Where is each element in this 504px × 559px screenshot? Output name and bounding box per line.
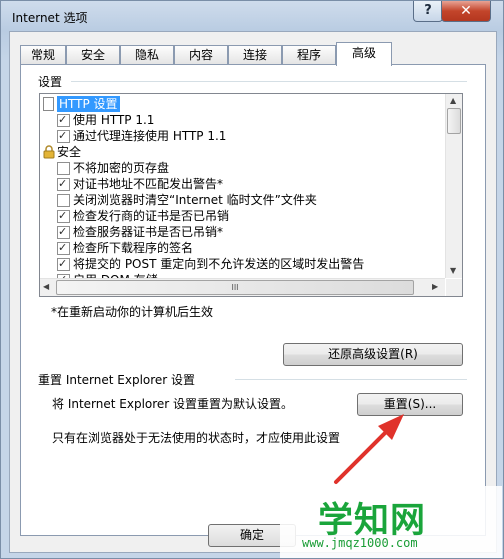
- tab-programs[interactable]: 程序: [282, 45, 336, 65]
- scrollbar-corner: [446, 279, 462, 296]
- settings-item-label: 关闭浏览器时清空“Internet 临时文件”文件夹: [73, 193, 317, 207]
- scroll-left-icon[interactable]: ◀: [43, 282, 49, 291]
- tab-privacy[interactable]: 隐私: [120, 45, 174, 65]
- folder-icon: [43, 97, 54, 111]
- scroll-thumb-horizontal[interactable]: III: [56, 280, 414, 295]
- window-title: Internet 选项: [12, 11, 88, 25]
- watermark: 学知网 www.jmqz1000.com: [280, 486, 502, 558]
- checkbox[interactable]: [57, 128, 70, 144]
- scroll-right-icon[interactable]: ▶: [432, 282, 438, 291]
- checkbox[interactable]: [57, 162, 70, 175]
- settings-item-label: 检查所下载程序的签名: [73, 241, 194, 255]
- settings-item-label: 将提交的 POST 重定向到不允许发送的区域时发出警告: [73, 257, 365, 271]
- close-button[interactable]: ✕: [441, 1, 491, 22]
- red-arrow-annotation: [334, 414, 404, 484]
- tab-connections[interactable]: 连接: [228, 45, 282, 65]
- horizontal-scrollbar[interactable]: ◀ III ▶: [40, 278, 445, 296]
- checkbox[interactable]: [57, 112, 70, 128]
- dialog-client-area: 常规 安全 隐私 内容 连接 程序 高级 设置 HTTP 设置 使用 HTTP …: [9, 31, 497, 553]
- tab-security[interactable]: 安全: [66, 45, 120, 65]
- settings-item-label: 不将加密的页存盘: [73, 161, 170, 175]
- settings-item-label: 通过代理连接使用 HTTP 1.1: [73, 129, 227, 143]
- settings-item-label: HTTP 设置: [57, 96, 120, 112]
- help-button[interactable]: ?: [413, 1, 443, 22]
- checkbox[interactable]: [57, 256, 70, 272]
- scroll-thumb[interactable]: [447, 108, 461, 134]
- vertical-scrollbar[interactable]: ▲ ▼: [445, 94, 462, 278]
- scroll-up-icon[interactable]: ▲: [450, 96, 456, 105]
- watermark-url: www.jmqz1000.com: [302, 536, 418, 550]
- restore-advanced-settings-button[interactable]: 还原高级设置(R): [283, 343, 463, 366]
- scroll-down-icon[interactable]: ▼: [450, 266, 456, 275]
- restart-note: *在重新启动你的计算机后生效: [51, 305, 214, 319]
- settings-group-label: 设置: [38, 75, 63, 89]
- lock-icon: [43, 145, 55, 159]
- title-bar[interactable]: Internet 选项 ? ✕: [1, 1, 503, 31]
- reset-description: 将 Internet Explorer 设置重置为默认设置。: [52, 397, 294, 411]
- advanced-tab-panel: 设置 HTTP 设置 使用 HTTP 1.1 通过代理连接使用 HTTP 1.1: [20, 64, 486, 536]
- checkbox[interactable]: [57, 176, 70, 192]
- reset-note: 只有在浏览器处于无法使用的状态时，才应使用此设置: [52, 431, 341, 445]
- settings-tree[interactable]: HTTP 设置 使用 HTTP 1.1 通过代理连接使用 HTTP 1.1 安全: [39, 93, 463, 297]
- settings-item-label: 安全: [57, 145, 82, 159]
- checkbox[interactable]: [57, 240, 70, 256]
- settings-item-label: 检查发行商的证书是否已吊销: [73, 209, 230, 223]
- internet-options-window: Internet 选项 ? ✕ 常规 安全 隐私 内容 连接 程序 高级 设置 …: [0, 0, 504, 559]
- tab-general[interactable]: 常规: [20, 45, 66, 65]
- checkbox[interactable]: [57, 208, 70, 224]
- checkbox[interactable]: [57, 194, 70, 207]
- settings-item-label: 检查服务器证书是否已吊销*: [73, 225, 224, 239]
- reset-group-label: 重置 Internet Explorer 设置: [38, 373, 196, 387]
- settings-item-label: 使用 HTTP 1.1: [73, 113, 155, 127]
- help-icon: ?: [424, 3, 432, 18]
- checkbox[interactable]: [57, 224, 70, 240]
- tab-advanced[interactable]: 高级: [336, 42, 392, 66]
- reset-group-divider: [235, 379, 467, 380]
- settings-group-divider: [71, 81, 467, 82]
- close-icon: ✕: [460, 3, 472, 19]
- tab-content[interactable]: 内容: [174, 45, 228, 65]
- settings-item-label: 对证书地址不匹配发出警告*: [73, 177, 224, 191]
